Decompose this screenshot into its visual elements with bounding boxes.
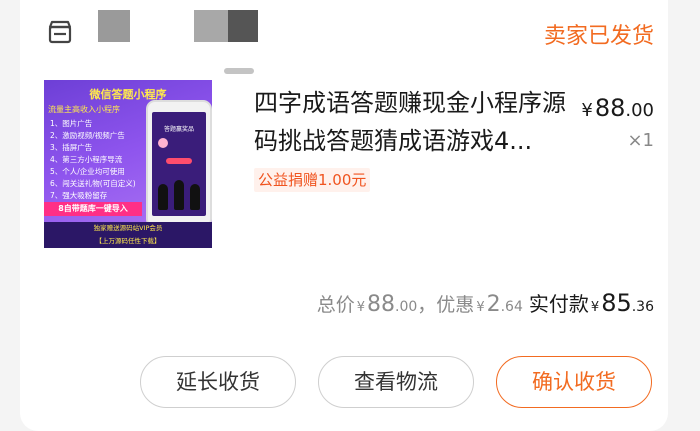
price-integer: 88 [594,94,626,122]
phone-mockup: 答题赢奖品 [146,100,212,228]
discount-decimal: .64 [500,299,523,315]
thumb-feature: 4、第三方小程序导流 [50,155,123,164]
dancer-figure [174,180,184,210]
confirm-receipt-button[interactable]: 确认收货 [496,356,652,408]
thumb-feature-list: 1、图片广告 2、激励视频/视频广告 3、插屏广告 4、第三方小程序导流 5、个… [50,118,136,202]
paid-decimal: .36 [631,299,654,315]
store-icon[interactable] [46,18,74,46]
discount-integer: 2 [486,292,501,317]
dancer-figure [190,184,200,210]
order-status: 卖家已发货 [543,24,654,49]
paid-label: 实付款 [528,292,589,316]
total-currency: ¥ [356,300,366,315]
shop-name-redacted-2[interactable] [194,10,228,42]
product-quantity: ×1 [627,130,654,151]
dancer-figure [158,184,168,210]
thumb-feature: 1、图片广告 [50,119,93,128]
extend-receipt-button[interactable]: 延长收货 [140,356,296,408]
thumb-feature: 3、插屏广告 [50,143,93,152]
charity-badge: 公益捐赠1.00元 [254,168,371,192]
paid-integer: 85 [601,289,632,317]
thumb-feature: 2、激励视频/视频广告 [50,131,125,140]
thumb-footer: 独家赠送源码站VIP会员 【上万源码任性下载】 [44,222,212,248]
phone-screen: 答题赢奖品 [152,112,206,216]
thumb-feature: 5、个人/企业均可使用 [50,167,125,176]
discount-currency: ¥ [476,300,485,315]
phone-screen-title: 答题赢奖品 [163,126,194,133]
price-summary: 总价 ¥88.00，优惠 ¥2.64 实付款 ¥85.36 [317,288,654,317]
shop-name-redacted-3[interactable] [228,10,258,42]
thumb-footer-line2: 【上万源码任性下载】 [95,237,161,245]
total-decimal: .00 [395,299,418,315]
thumb-subheading: 流量主高收入小程序 [48,105,120,114]
price-currency: ¥ [581,100,593,121]
thumbnail-shadow [224,68,254,74]
order-card: 卖家已发货 微信答题小程序 流量主高收入小程序 1、图片广告 2、激励视频/视频… [20,0,668,431]
total-label: 总价 [316,294,355,316]
total-integer: 88 [367,292,396,317]
product-title[interactable]: 四字成语答题赚现金小程序源码挑战答题猜成语游戏4... [254,84,572,160]
summary-separator: ， [417,294,437,316]
discount-label: 优惠 [436,294,475,316]
paid-currency: ¥ [590,300,600,315]
view-logistics-button[interactable]: 查看物流 [318,356,474,408]
price-decimal: .00 [625,100,654,121]
phone-avatar [158,138,168,148]
thumb-footer-line1: 独家赠送源码站VIP会员 [93,224,163,232]
paid-amount: 实付款 ¥85.36 [528,289,654,317]
thumb-feature: 7、强大吸粉留存 [50,191,108,200]
phone-button [166,158,192,164]
product-price: ¥88.00 [581,94,654,122]
shop-name-redacted[interactable] [98,10,130,42]
thumb-tag: 8自带题库一键导入 [44,202,142,216]
thumb-feature: 6、闯关送礼物(可自定义) [50,179,136,188]
product-thumbnail[interactable]: 微信答题小程序 流量主高收入小程序 1、图片广告 2、激励视频/视频广告 3、插… [44,80,212,248]
